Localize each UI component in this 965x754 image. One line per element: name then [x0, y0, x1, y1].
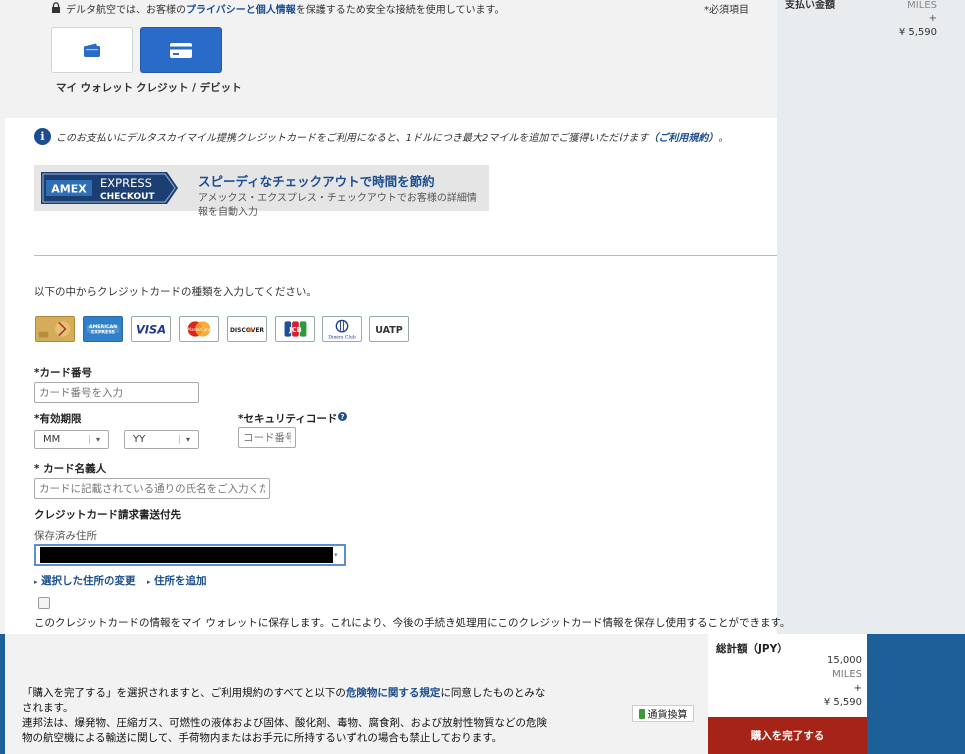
- amex-checkout-text: CHECKOUT: [100, 192, 155, 202]
- purchase-terms-text: 「購入を完了する」を選択されますと、ご利用規約のすべてと以下の危険物に関する規定…: [22, 686, 552, 716]
- visa-card-icon: VISA: [136, 323, 166, 337]
- chevron-down-icon: ▾: [88, 435, 100, 444]
- card-uatp[interactable]: UATP: [369, 316, 409, 342]
- calculator-icon: [638, 708, 645, 719]
- svg-text:VISA: VISA: [136, 323, 166, 337]
- info-text-end: 。: [718, 133, 729, 144]
- summary-yen-amount: ¥ 5,590: [898, 27, 937, 38]
- total-yen: ¥ 5,590: [823, 697, 862, 708]
- total-label: 総計額（JPY）: [716, 643, 788, 655]
- total-plus: +: [853, 683, 862, 694]
- secure-note-suffix: を保護するため安全な接続を使用しています。: [295, 5, 505, 16]
- card-delta-skymiles-gold[interactable]: [35, 316, 75, 342]
- add-address-link[interactable]: ▸ 住所を追加: [147, 573, 207, 588]
- save-card-description: このクレジットカードの情報をマイ ウォレットに保存します。これにより、今後の手続…: [34, 617, 791, 629]
- saved-address-value-redacted: [40, 547, 333, 563]
- card-visa[interactable]: VISA: [131, 316, 171, 342]
- add-address-label[interactable]: 住所を追加: [154, 575, 207, 587]
- expiry-month-value: MM: [43, 434, 61, 445]
- security-code-input[interactable]: [238, 427, 296, 448]
- uatp-card-icon: UATP: [375, 325, 403, 336]
- hazmat-notice: 連邦法は、爆発物、圧縮ガス、可燃性の液体および固体、酸化剤、毒物、腐食剤、および…: [22, 717, 547, 744]
- svg-text:JCB: JCB: [288, 326, 301, 334]
- svg-text:AMERICAN: AMERICAN: [89, 324, 117, 330]
- summary-plus: +: [928, 13, 937, 24]
- card-number-input[interactable]: [34, 382, 199, 403]
- discover-card-icon: DISCOVER: [230, 327, 264, 334]
- terms-prefix: 「購入を完了する」を選択されますと、ご利用規約のすべてと以下の: [22, 687, 346, 699]
- amex-logo-text: AMEX: [51, 183, 87, 196]
- info-text-body: このお支払いにデルタスカイマイル提携クレジットカードをご利用になると、1ドルにつ…: [56, 133, 649, 144]
- expiry-year-value: YY: [133, 434, 146, 445]
- privacy-link[interactable]: プライバシーと個人情報: [186, 5, 296, 16]
- amex-express-checkout-logo[interactable]: AMEX EXPRESS CHECKOUT: [41, 172, 178, 204]
- payment-amount-label: 支払い金額: [785, 0, 835, 11]
- card-diners-club[interactable]: Diners Club: [322, 316, 362, 342]
- summary-miles-unit: MILES: [907, 0, 937, 11]
- card-jcb[interactable]: JCB: [275, 316, 315, 342]
- expiry-label: *有効期限: [34, 413, 82, 425]
- svg-text:MasterCard: MasterCard: [188, 327, 211, 332]
- card-number-label: *カード番号: [34, 367, 92, 379]
- tab-credit-debit[interactable]: [140, 27, 222, 73]
- tab-my-wallet[interactable]: [51, 27, 133, 73]
- expiry-year-select[interactable]: YY ▾: [124, 430, 199, 449]
- arrow-right-icon: ▸: [34, 578, 38, 586]
- card-discover[interactable]: DISCOVER: [227, 316, 267, 342]
- required-fields-note: *必須項目: [704, 5, 749, 16]
- change-address-label[interactable]: 選択した住所の変更: [41, 575, 136, 587]
- currency-converter-label[interactable]: 通貨換算: [648, 706, 688, 721]
- wallet-icon: [84, 43, 100, 57]
- chevron-down-icon: ▾: [178, 435, 190, 444]
- secure-connection-note: デルタ航空では、お客様のプライバシーと個人情報を保護するため安全な接続を使用して…: [52, 1, 505, 16]
- amex-card-icon: AMERICAN EXPRESS: [84, 317, 122, 341]
- amex-banner-title: スピーディなチェックアウトで時間を節約: [198, 174, 435, 189]
- expiry-month-select[interactable]: MM ▾: [34, 430, 109, 449]
- diners-club-card-icon: Diners Club: [328, 319, 356, 341]
- help-icon[interactable]: ?: [338, 412, 347, 421]
- amex-banner-description: アメックス・エクスプレス・チェックアウトでお客様の詳細情報を自動入力: [198, 193, 477, 218]
- cardholder-name-label: * カード名義人: [34, 463, 107, 475]
- section-divider: [34, 255, 777, 256]
- right-edge: [953, 0, 965, 634]
- total-miles-unit: MILES: [832, 669, 862, 680]
- svg-text:UATP: UATP: [375, 325, 403, 336]
- tab-credit-debit-label[interactable]: クレジット / デビット: [136, 80, 242, 95]
- total-miles: 15,000: [827, 655, 862, 666]
- left-gutter: [0, 118, 5, 634]
- saved-address-label: 保存済み住所: [34, 530, 97, 542]
- terms-of-use-link[interactable]: （ご利用規約）: [648, 133, 718, 144]
- arrow-right-icon: ▸: [147, 578, 151, 586]
- save-card-checkbox[interactable]: [38, 597, 50, 609]
- card-mastercard[interactable]: MasterCard: [179, 316, 219, 342]
- tab-my-wallet-label[interactable]: マイ ウォレット: [56, 80, 133, 95]
- mastercard-card-icon: MasterCard: [188, 321, 211, 337]
- svg-text:Diners Club: Diners Club: [328, 335, 356, 341]
- currency-converter-button[interactable]: 通貨換算: [632, 705, 694, 722]
- chevron-down-icon: ▾: [334, 551, 338, 559]
- footer-blue-edge: [867, 634, 965, 754]
- card-type-instruction: 以下の中からクレジットカードの種類を入力してください。: [34, 286, 317, 298]
- billing-address-heading: クレジットカード請求書送付先: [34, 509, 181, 521]
- order-summary-panel: [777, 0, 965, 634]
- cardholder-name-input[interactable]: [34, 478, 270, 499]
- skymiles-card-info: このお支払いにデルタスカイマイル提携クレジットカードをご利用になると、1ドルにつ…: [56, 129, 728, 144]
- skymiles-card-icon: [36, 317, 74, 341]
- card-american-express[interactable]: AMERICAN EXPRESS: [83, 316, 123, 342]
- jcb-card-icon: JCB: [284, 321, 307, 337]
- complete-purchase-button[interactable]: 購入を完了する: [708, 717, 867, 754]
- amex-express-text: EXPRESS: [100, 176, 152, 190]
- credit-card-icon: [170, 42, 192, 58]
- svg-text:DISCOVER: DISCOVER: [230, 327, 264, 334]
- hazmat-rules-link[interactable]: 危険物に関する規定: [346, 687, 441, 699]
- change-address-link[interactable]: ▸ 選択した住所の変更: [34, 573, 136, 588]
- security-code-label: *セキュリティコード: [238, 413, 338, 425]
- svg-text:EXPRESS: EXPRESS: [91, 330, 115, 336]
- footer-left-edge: [0, 634, 5, 754]
- secure-note-prefix: デルタ航空では、お客様の: [66, 5, 186, 16]
- info-icon: i: [34, 128, 51, 145]
